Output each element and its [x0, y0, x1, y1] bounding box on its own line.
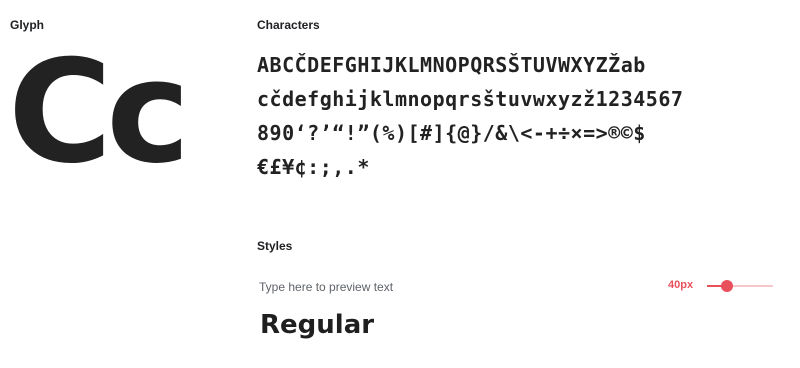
character-set-line: cčdefghijklmnopqrsštuvwxyzž1234567	[257, 87, 684, 111]
styles-section-title: Styles	[257, 239, 293, 253]
characters-section-title: Characters	[257, 18, 320, 32]
style-sample-regular: Regular	[260, 310, 375, 340]
font-size-slider[interactable]	[707, 280, 773, 292]
font-size-slider-thumb[interactable]	[721, 280, 733, 292]
character-set-line: 890‘?’“!”(%)[#]{@}/&\<-+÷×=>®©$	[257, 121, 646, 145]
glyph-preview: Cc	[8, 30, 190, 195]
character-set-line: ABCČDEFGHIJKLMNOPQRSŠTUVWXYZŽab	[257, 53, 646, 77]
preview-text-input[interactable]	[259, 280, 639, 294]
character-set-line: €£¥¢:;,.*	[257, 155, 370, 179]
font-size-value: 40px	[668, 279, 694, 291]
